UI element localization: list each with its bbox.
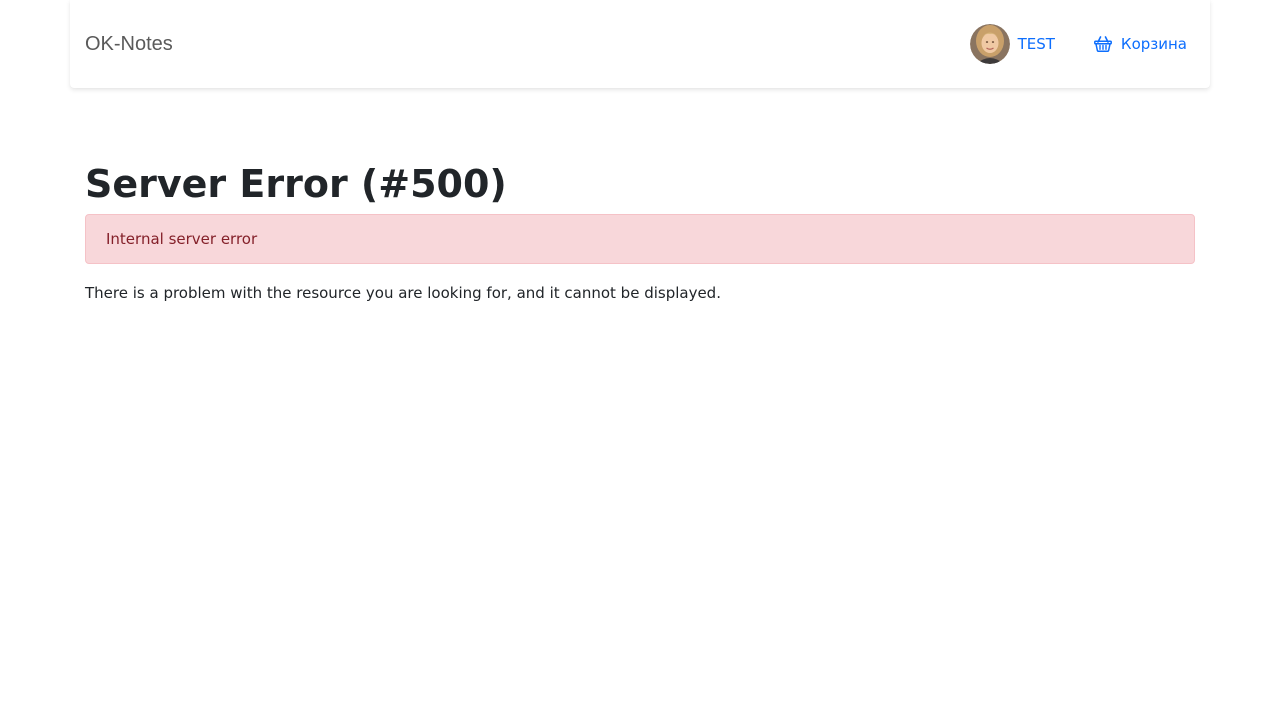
user-avatar-icon xyxy=(969,24,1010,64)
top-navbar: OK-Notes TEST Корзина xyxy=(70,0,1210,88)
error-message: There is a problem with the resource you… xyxy=(85,284,721,302)
user-name: TEST xyxy=(1017,35,1055,53)
error-alert: Internal server error xyxy=(85,214,1195,264)
main-content: Server Error (#500) Internal server erro… xyxy=(85,160,1195,318)
basket-icon xyxy=(1093,36,1112,52)
page-title: Server Error (#500) xyxy=(85,162,507,206)
navbar-right: TEST Корзина xyxy=(969,23,1187,65)
brand-link[interactable]: OK-Notes xyxy=(85,32,173,56)
avatar xyxy=(969,24,1010,64)
cart-link[interactable]: Корзина xyxy=(1093,35,1187,53)
user-profile-link[interactable]: TEST xyxy=(969,24,1055,64)
cart-label: Корзина xyxy=(1120,35,1187,53)
